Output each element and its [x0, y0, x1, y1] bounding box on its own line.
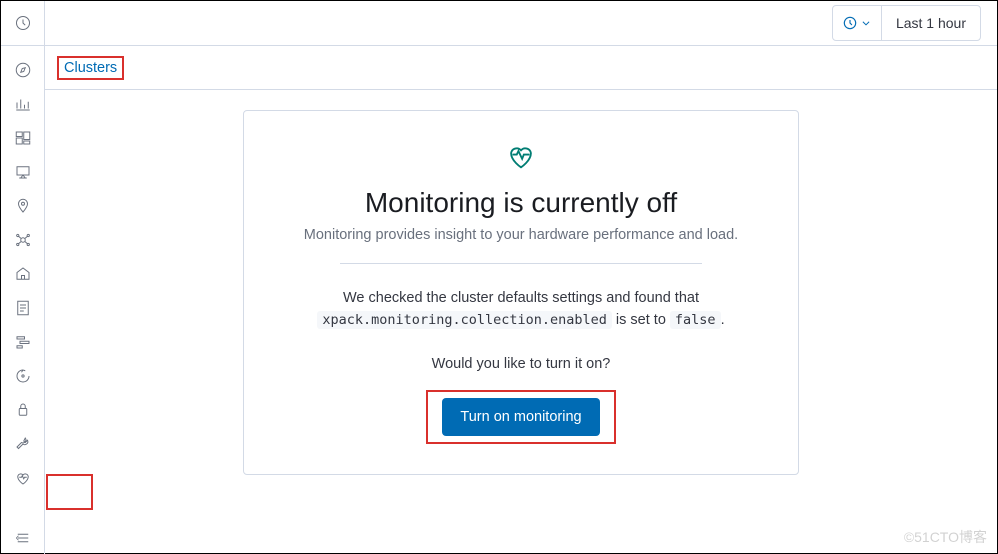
card-title: Monitoring is currently off [280, 187, 762, 219]
devtools-icon [14, 435, 32, 453]
turn-on-monitoring-button[interactable]: Turn on monitoring [442, 398, 599, 436]
collapse-icon [14, 529, 32, 547]
nav-logs[interactable] [5, 292, 41, 324]
period: . [721, 312, 725, 328]
sidebar-nav [1, 46, 45, 554]
nav-maps[interactable] [5, 190, 41, 222]
maps-icon [14, 197, 32, 215]
nav-ml[interactable] [5, 224, 41, 256]
nav-discover[interactable] [5, 54, 41, 86]
time-picker-label[interactable]: Last 1 hour [882, 6, 980, 40]
uptime-icon [14, 367, 32, 385]
monitoring-icon [14, 469, 32, 487]
button-highlight: Turn on monitoring [426, 390, 615, 444]
logs-icon [14, 299, 32, 317]
ml-icon [14, 231, 32, 249]
setting-value-code: false [670, 311, 721, 329]
topbar: Last 1 hour [1, 1, 997, 46]
siem-icon [14, 401, 32, 419]
clock-icon [843, 16, 857, 30]
compass-icon [14, 61, 32, 79]
setting-key-code: xpack.monitoring.collection.enabled [317, 311, 611, 329]
canvas-icon [14, 163, 32, 181]
nav-visualize[interactable] [5, 88, 41, 120]
check-prefix: We checked the cluster defaults settings… [343, 290, 699, 306]
time-picker[interactable]: Last 1 hour [832, 5, 981, 41]
apm-icon [14, 333, 32, 351]
card-subtitle: Monitoring provides insight to your hard… [280, 227, 762, 243]
nav-monitoring[interactable] [5, 462, 41, 494]
nav-canvas[interactable] [5, 156, 41, 188]
card-question: Would you like to turn it on? [280, 356, 762, 372]
set-to-text: is set to [612, 312, 670, 328]
nav-apm[interactable] [5, 326, 41, 358]
heartbeat-icon [280, 139, 762, 173]
nav-infrastructure[interactable] [5, 258, 41, 290]
nav-uptime[interactable] [5, 360, 41, 392]
dashboard-icon [14, 129, 32, 147]
nav-siem[interactable] [5, 394, 41, 426]
chevron-down-icon [861, 18, 871, 28]
time-picker-quick-select[interactable] [833, 6, 882, 40]
card-check-text: We checked the cluster defaults settings… [280, 288, 762, 332]
clock-icon [15, 15, 31, 31]
divider [340, 263, 702, 264]
recently-viewed-button[interactable] [1, 1, 45, 45]
infra-icon [14, 265, 32, 283]
breadcrumb-row: Clusters [45, 46, 997, 90]
nav-dashboard[interactable] [5, 122, 41, 154]
main-content: Clusters Monitoring is currently off Mon… [45, 46, 997, 554]
visualize-icon [14, 95, 32, 113]
monitoring-off-card: Monitoring is currently off Monitoring p… [243, 110, 799, 475]
breadcrumb-clusters[interactable]: Clusters [57, 56, 124, 80]
nav-collapse[interactable] [5, 522, 41, 554]
nav-devtools[interactable] [5, 428, 41, 460]
